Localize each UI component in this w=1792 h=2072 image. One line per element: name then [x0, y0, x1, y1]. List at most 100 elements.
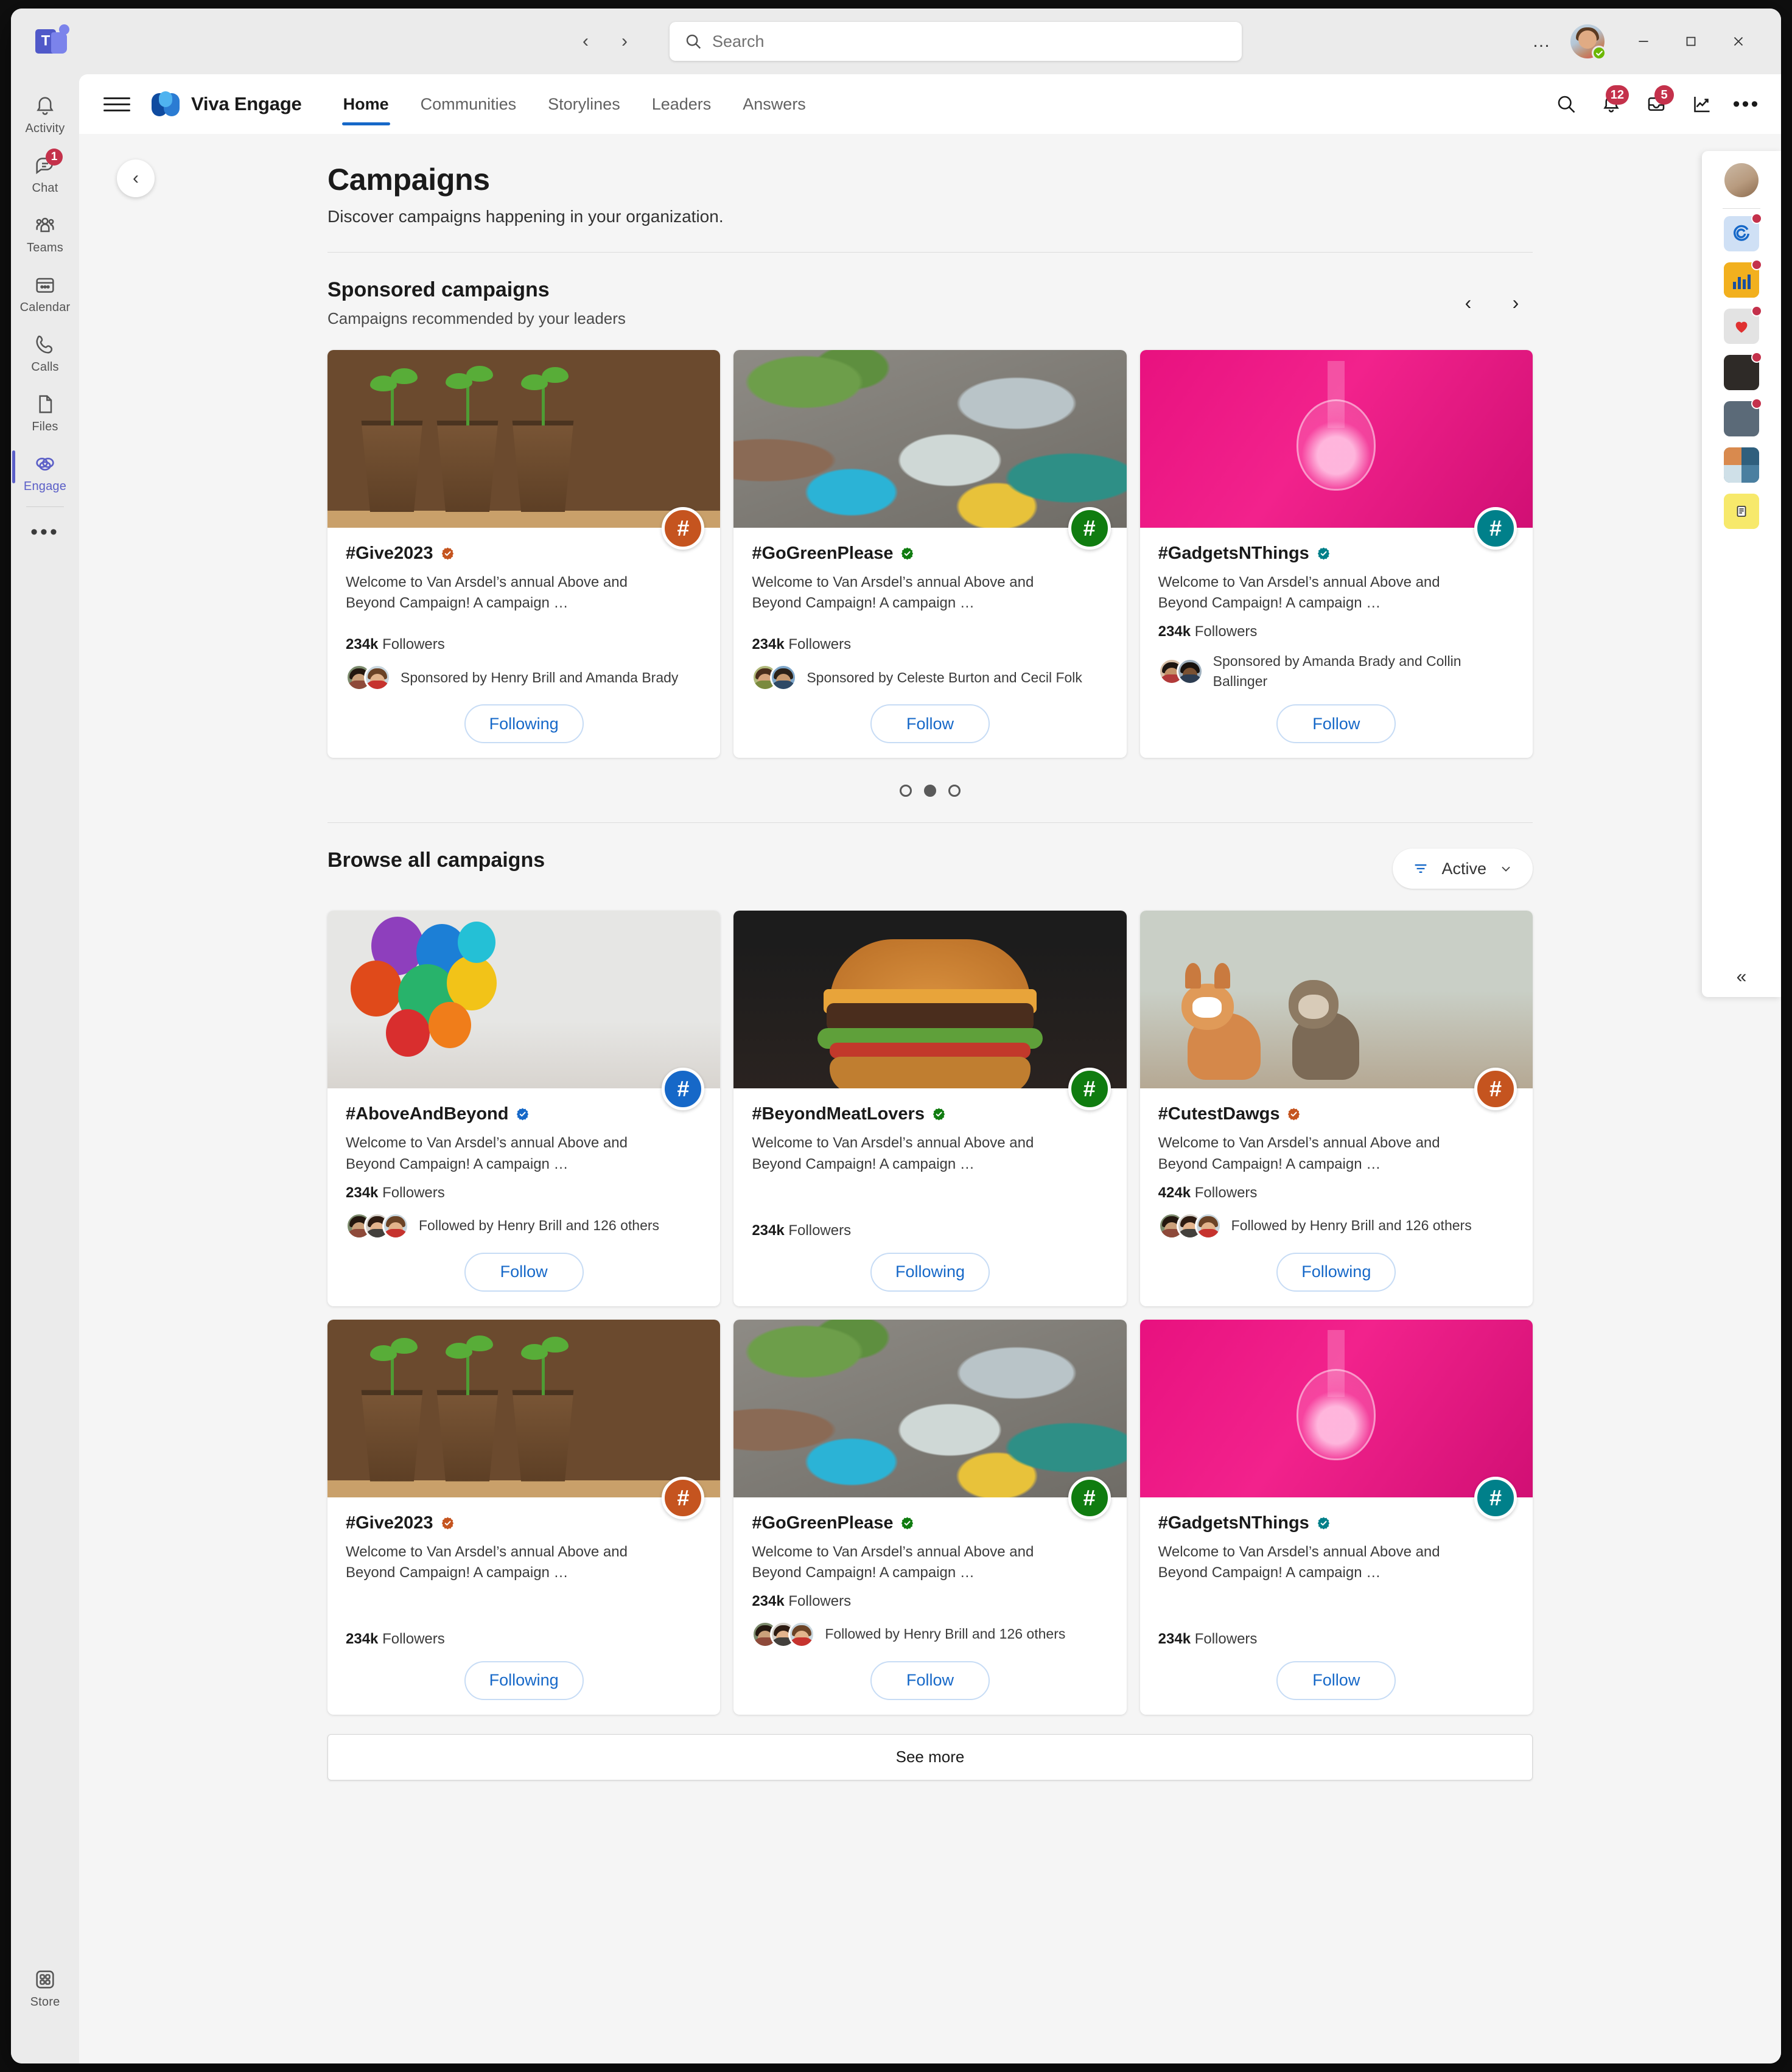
follow-toggle-button[interactable]: Following [464, 704, 584, 744]
sidebar-item-calls[interactable]: Calls [12, 324, 78, 380]
campaign-attribution: Followed by Henry Brill and 126 others [1231, 1217, 1472, 1234]
campaign-followers: 234k Followers [1158, 1631, 1514, 1648]
tab-communities[interactable]: Communities [405, 74, 533, 134]
campaign-hashtag-badge: # [1474, 1068, 1517, 1111]
campaign-card[interactable]: # #CutestDawgs Welcome to Van Arsdel’s a… [1139, 911, 1533, 1306]
unread-dot [1751, 259, 1762, 270]
chat-icon: 1 [32, 149, 63, 178]
follow-toggle-button[interactable]: Follow [870, 1661, 990, 1700]
avatar[interactable] [1570, 24, 1606, 60]
search-placeholder: Search [712, 32, 765, 51]
campaign-card[interactable]: # #Give2023 Welcome to Van Arsdel’s annu… [327, 350, 721, 758]
campaign-card[interactable]: # #BeyondMeatLovers Welcome to Van Arsde… [733, 911, 1127, 1306]
followers-label: Followers [788, 636, 852, 653]
campaign-cover-image [327, 1319, 721, 1497]
see-more-button[interactable]: See more [327, 1734, 1533, 1780]
brand[interactable]: Viva Engage [151, 89, 302, 119]
header-analytics-button[interactable] [1682, 85, 1720, 123]
follow-toggle-button[interactable]: Follow [464, 1252, 584, 1292]
campaign-description: Welcome to Van Arsdel’s annual Above and… [1158, 1543, 1440, 1581]
campaign-card[interactable]: # #Give2023 Welcome to Van Arsdel’s annu… [327, 1319, 721, 1715]
follow-toggle-button[interactable]: Following [870, 1252, 990, 1292]
carousel-dot[interactable] [900, 785, 912, 797]
campaign-card[interactable]: # #GoGreenPlease Welcome to Van Arsdel’s… [733, 1319, 1127, 1715]
campaign-card[interactable]: # #GadgetsNThings Welcome to Van Arsdel’… [1139, 350, 1533, 758]
search-icon [1558, 96, 1575, 113]
back-icon[interactable]: ‹ [569, 24, 603, 58]
campaign-card[interactable]: # #GadgetsNThings Welcome to Van Arsdel’… [1139, 1319, 1533, 1715]
tab-storylines[interactable]: Storylines [532, 74, 636, 134]
campaign-hashtag-badge: # [1474, 507, 1517, 550]
viva-insights-icon[interactable] [1724, 259, 1762, 298]
sidebar-item-activity[interactable]: Activity [12, 85, 78, 141]
header-notifications-button[interactable]: 12 [1592, 85, 1630, 123]
followers-label: Followers [788, 1222, 852, 1239]
unread-dot [1751, 306, 1762, 317]
facepile-avatar [364, 664, 391, 691]
campaign-description: Welcome to Van Arsdel’s annual Above and… [346, 1135, 628, 1172]
campaign-title-row: #GadgetsNThings [1158, 544, 1514, 564]
carousel-prev-icon[interactable]: ‹ [1451, 285, 1485, 320]
campaign-action-row: Following [346, 1661, 702, 1700]
header-inbox-button[interactable]: 5 [1637, 85, 1675, 123]
sidebar-item-engage[interactable]: Engage [12, 443, 78, 499]
notes-icon[interactable] [1724, 494, 1759, 529]
sidebar-item-files[interactable]: Files [12, 383, 78, 439]
header-search-button[interactable] [1547, 85, 1585, 123]
follow-toggle-button[interactable]: Follow [1276, 1661, 1396, 1700]
meeting-photo-icon[interactable] [1724, 398, 1762, 436]
sidebar-item-store[interactable]: Store [12, 1959, 78, 2015]
avatar[interactable] [1724, 163, 1759, 197]
unread-dot [1751, 398, 1762, 409]
page-scroll-region[interactable]: ‹ Campaigns Discover campaigns happening… [79, 134, 1781, 2063]
maximize-button[interactable] [1669, 20, 1713, 63]
campaign-card-body: # #GoGreenPlease Welcome to Van Arsdel’s… [733, 1476, 1126, 1715]
campaign-card[interactable]: # #GoGreenPlease Welcome to Van Arsdel’s… [733, 350, 1127, 758]
minimize-button[interactable] [1622, 20, 1665, 63]
campaign-card[interactable]: # #AboveAndBeyond Welcome to Van Arsdel’… [327, 911, 721, 1306]
praise-heart-icon[interactable] [1724, 306, 1762, 344]
follow-toggle-button[interactable]: Follow [1276, 704, 1396, 744]
titlebar-more-icon[interactable]: … [1521, 31, 1563, 52]
tab-answers[interactable]: Answers [727, 74, 822, 134]
follow-toggle-button[interactable]: Following [1276, 1252, 1396, 1292]
search-input[interactable]: Search [670, 22, 1242, 61]
sidebar-item-label: Files [32, 420, 58, 433]
followers-count: 234k [752, 636, 785, 653]
campaign-cover-image [733, 1319, 1127, 1497]
followers-label: Followers [1194, 1184, 1258, 1201]
campaign-hashtag-badge: # [662, 507, 705, 550]
hamburger-icon[interactable] [100, 87, 134, 121]
header-more-button[interactable]: ••• [1727, 85, 1765, 123]
campaign-card-body: # #Give2023 Welcome to Van Arsdel’s annu… [327, 507, 720, 758]
collapse-right-rail-button[interactable]: « [1737, 967, 1747, 987]
person-photo-icon[interactable] [1724, 352, 1762, 390]
sidebar-item-teams[interactable]: Teams [12, 205, 78, 261]
carousel-next-icon[interactable]: › [1499, 285, 1533, 320]
page-back-button[interactable]: ‹ [117, 159, 155, 197]
rail-more-apps-icon[interactable]: ••• [30, 513, 60, 542]
people-grid-icon[interactable] [1724, 447, 1759, 483]
sidebar-item-label: Activity [25, 122, 65, 135]
campaign-followers: 234k Followers [1158, 623, 1514, 640]
follow-toggle-button[interactable]: Follow [870, 704, 990, 744]
close-button[interactable] [1717, 20, 1760, 63]
campaign-attribution: Sponsored by Amanda Brady and Collin Bal… [1213, 653, 1461, 689]
filter-dropdown[interactable]: Active [1393, 849, 1533, 889]
verified-badge-icon [901, 547, 914, 560]
sidebar-item-chat[interactable]: 1 Chat [12, 145, 78, 201]
forward-icon[interactable]: › [607, 24, 642, 58]
viva-engage-logo-icon [151, 89, 180, 119]
carousel-dot-active[interactable] [924, 785, 936, 797]
follow-toggle-button[interactable]: Following [464, 1661, 584, 1700]
campaign-attribution-row: Sponsored by Celeste Burton and Cecil Fo… [752, 664, 1108, 691]
sidebar-item-calendar[interactable]: Calendar [12, 264, 78, 320]
carousel-dot[interactable] [948, 785, 961, 797]
verified-badge-icon [1317, 1517, 1329, 1530]
viva-engage-header: Viva Engage Home Communities Storylines … [79, 74, 1781, 134]
viva-connections-icon[interactable] [1724, 213, 1762, 251]
campaign-followers: 234k Followers [752, 636, 1108, 653]
tab-leaders[interactable]: Leaders [636, 74, 727, 134]
tab-home[interactable]: Home [327, 74, 405, 134]
followers-label: Followers [382, 1184, 445, 1201]
